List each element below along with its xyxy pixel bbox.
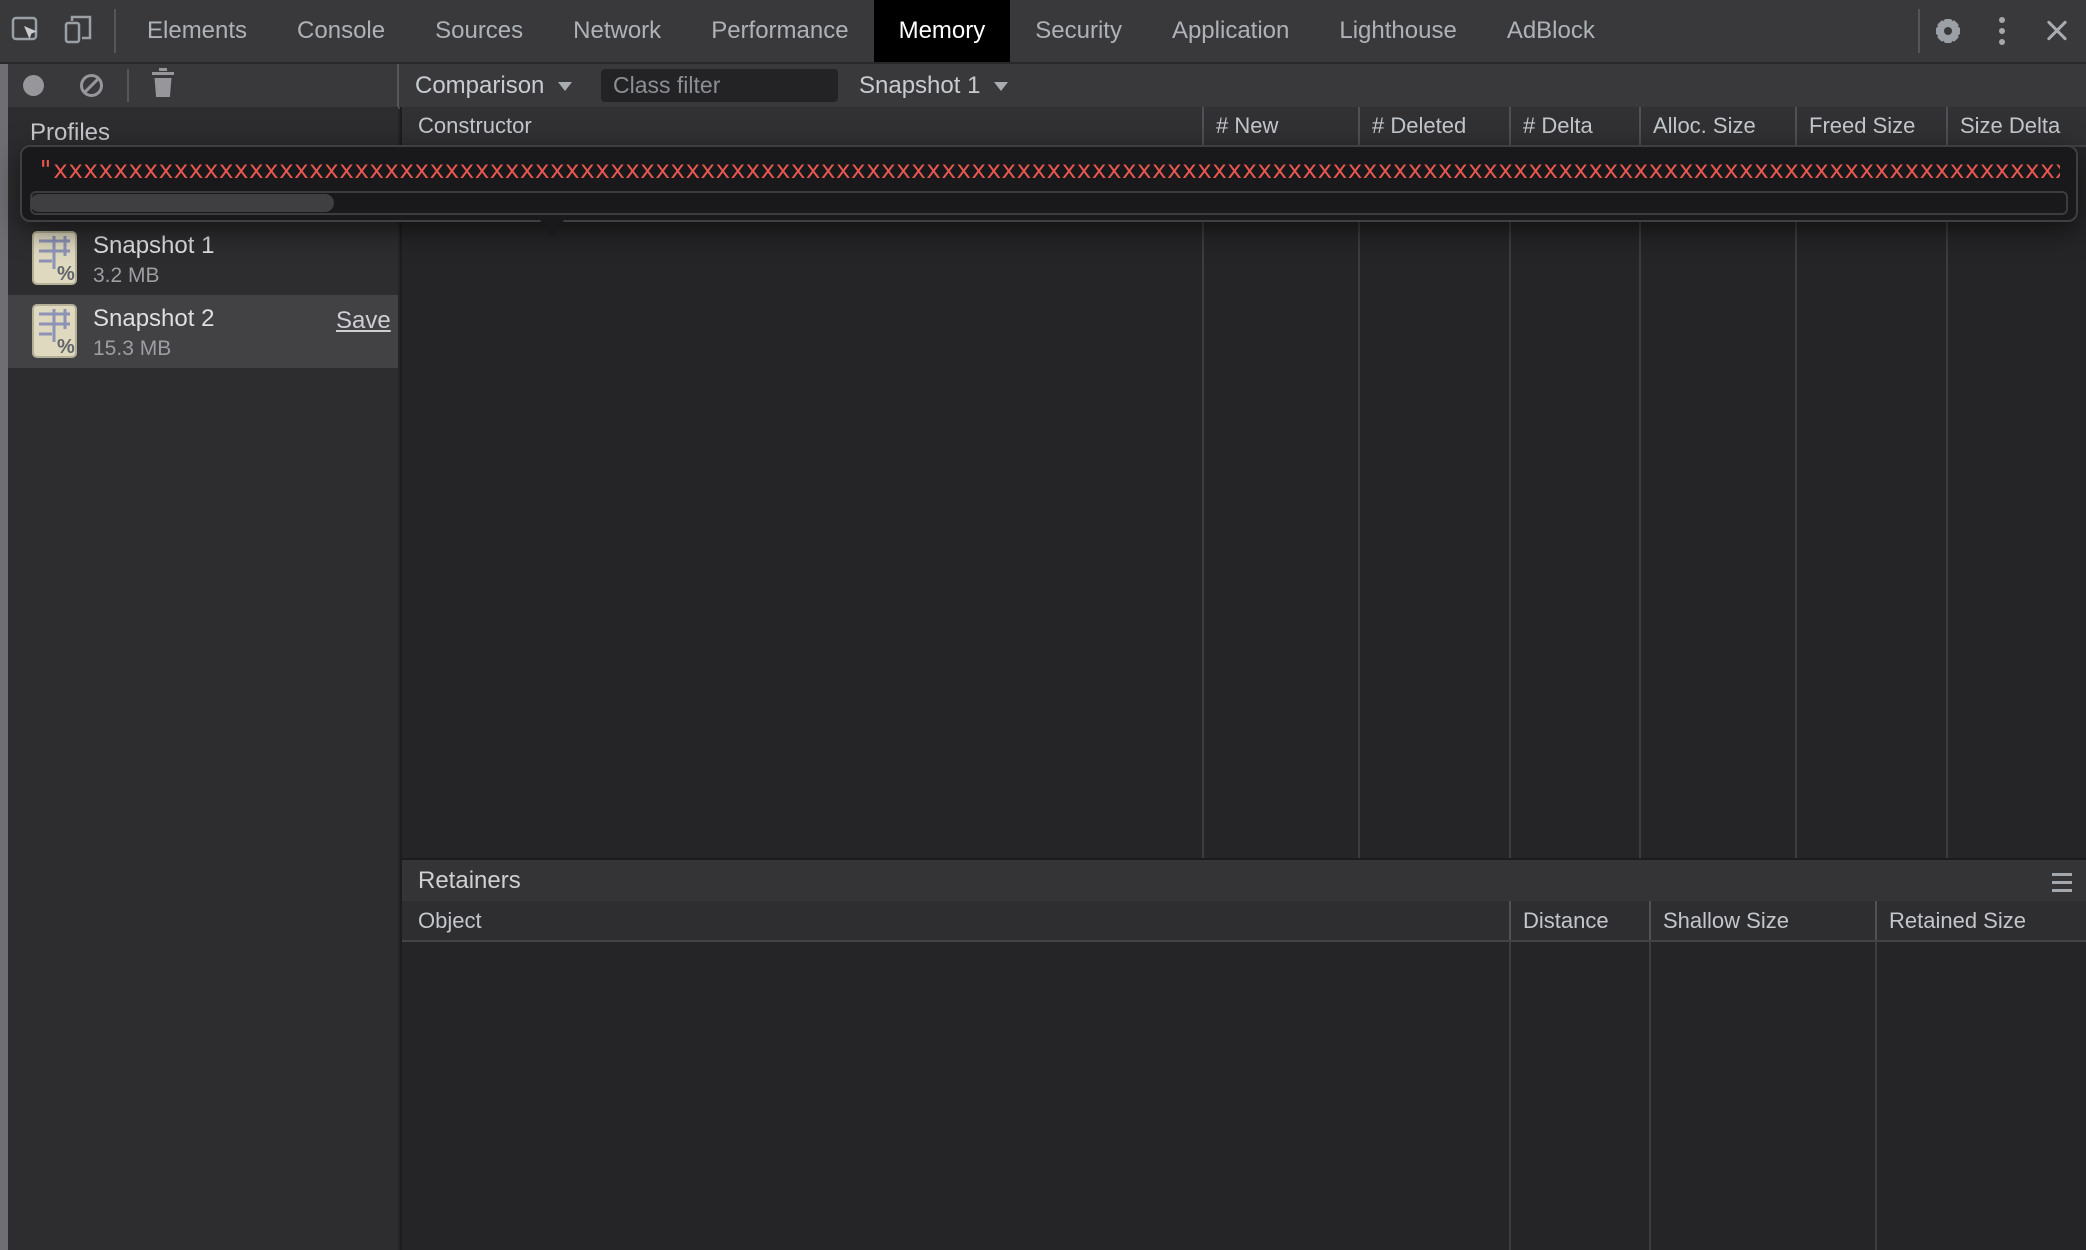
- class-filter-input[interactable]: [601, 69, 838, 102]
- heap-snapshot-icon: %: [32, 304, 77, 363]
- kebab-menu-icon: [1999, 17, 2005, 45]
- tab-network[interactable]: Network: [548, 0, 686, 62]
- save-snapshot-link[interactable]: Save: [336, 307, 391, 335]
- heap-comparison-panel: Constructor # New # Deleted # Delta Allo…: [400, 107, 2086, 1250]
- tab-strip: ElementsConsoleSourcesNetworkPerformance…: [122, 0, 1620, 62]
- svg-text:%: %: [57, 336, 75, 358]
- hamburger-menu-icon[interactable]: [2052, 873, 2072, 892]
- constructor-grid-body: [402, 147, 2086, 858]
- tab-memory[interactable]: Memory: [874, 0, 1011, 62]
- profiles-section-title: Profiles: [30, 119, 110, 147]
- tab-sources[interactable]: Sources: [410, 0, 548, 62]
- snapshot-size: 3.2 MB: [93, 264, 160, 288]
- tooltip-string-value: "xxxxxxxxxxxxxxxxxxxxxxxxxxxxxxxxxxxxxxx…: [38, 153, 2060, 187]
- constructor-grid-header: Constructor # New # Deleted # Delta Allo…: [402, 107, 2086, 147]
- column-header-alloc-size[interactable]: Alloc. Size: [1653, 107, 1756, 145]
- chevron-down-icon: [558, 82, 572, 91]
- devtools-window: ElementsConsoleSourcesNetworkPerformance…: [0, 0, 2086, 1250]
- record-icon: [23, 75, 44, 96]
- retainers-header: Object Distance Shallow Size Retained Si…: [402, 901, 2086, 942]
- tab-adblock[interactable]: AdBlock: [1482, 0, 1620, 62]
- gear-icon: [1932, 15, 1964, 47]
- tab-lighthouse[interactable]: Lighthouse: [1314, 0, 1481, 62]
- column-header-distance[interactable]: Distance: [1523, 901, 1609, 939]
- tabbar-divider: [114, 9, 116, 53]
- column-header-shallow-size[interactable]: Shallow Size: [1663, 901, 1789, 939]
- window-edge: [0, 64, 8, 1250]
- perspective-select-label: Comparison: [415, 72, 544, 99]
- snapshot-size: 15.3 MB: [93, 337, 171, 361]
- retainers-body: [402, 942, 2086, 1250]
- svg-text:%: %: [57, 263, 75, 285]
- tab-performance[interactable]: Performance: [686, 0, 873, 62]
- snapshot-item-1[interactable]: % Snapshot 1 3.2 MB: [0, 222, 398, 295]
- tab-security[interactable]: Security: [1010, 0, 1147, 62]
- tooltip-scrollbar-track[interactable]: [30, 191, 2068, 215]
- column-header-delta[interactable]: # Delta: [1523, 107, 1593, 145]
- column-header-freed-size[interactable]: Freed Size: [1809, 107, 1915, 145]
- column-header-deleted[interactable]: # Deleted: [1372, 107, 1466, 145]
- tab-application[interactable]: Application: [1147, 0, 1314, 62]
- tooltip-arrow: [540, 220, 564, 236]
- settings-button[interactable]: [1920, 0, 1976, 62]
- column-header-new[interactable]: # New: [1216, 107, 1278, 145]
- toolbar-divider: [127, 69, 129, 102]
- clear-profiles-button[interactable]: [76, 64, 106, 107]
- string-value-tooltip: "xxxxxxxxxxxxxxxxxxxxxxxxxxxxxxxxxxxxxxx…: [20, 145, 2078, 222]
- close-icon: [2044, 18, 2070, 44]
- snapshot-item-2[interactable]: % Snapshot 2 15.3 MB Save: [0, 295, 398, 368]
- heap-snapshot-icon: %: [32, 231, 77, 290]
- sidebar-toolbar-divider: [397, 64, 399, 107]
- device-toolbar-button[interactable]: [52, 0, 104, 62]
- perspective-select[interactable]: Comparison: [415, 64, 572, 107]
- baseline-snapshot-label: Snapshot 1: [859, 72, 980, 99]
- column-header-object[interactable]: Object: [418, 901, 482, 939]
- more-options-button[interactable]: [1976, 0, 2028, 62]
- column-header-size-delta[interactable]: Size Delta: [1960, 107, 2060, 145]
- memory-toolbar: Comparison Snapshot 1: [0, 64, 2086, 109]
- baseline-snapshot-select[interactable]: Snapshot 1: [859, 64, 1008, 107]
- close-devtools-button[interactable]: [2028, 0, 2086, 62]
- snapshot-name: Snapshot 2: [93, 305, 214, 333]
- device-toolbar-icon: [63, 14, 93, 49]
- retainers-titlebar: Retainers: [402, 858, 2086, 903]
- inspect-element-button[interactable]: [0, 0, 52, 62]
- inspect-cursor-icon: [11, 14, 41, 49]
- column-header-retained-size[interactable]: Retained Size: [1889, 901, 2026, 939]
- tooltip-scrollbar-thumb[interactable]: [30, 194, 334, 212]
- devtools-tabbar: ElementsConsoleSourcesNetworkPerformance…: [0, 0, 2086, 64]
- record-heap-button[interactable]: [18, 64, 48, 107]
- snapshot-name: Snapshot 1: [93, 232, 214, 260]
- profiles-sidebar: Profiles % Snapshot 1 3.2 MB %: [0, 107, 398, 1250]
- delete-profile-button[interactable]: [146, 64, 180, 107]
- column-header-constructor[interactable]: Constructor: [418, 107, 532, 145]
- retainers-title: Retainers: [418, 860, 521, 901]
- clear-icon: [80, 74, 103, 97]
- tab-elements[interactable]: Elements: [122, 0, 272, 62]
- trash-icon: [150, 68, 176, 103]
- tab-console[interactable]: Console: [272, 0, 410, 62]
- chevron-down-icon: [994, 82, 1008, 91]
